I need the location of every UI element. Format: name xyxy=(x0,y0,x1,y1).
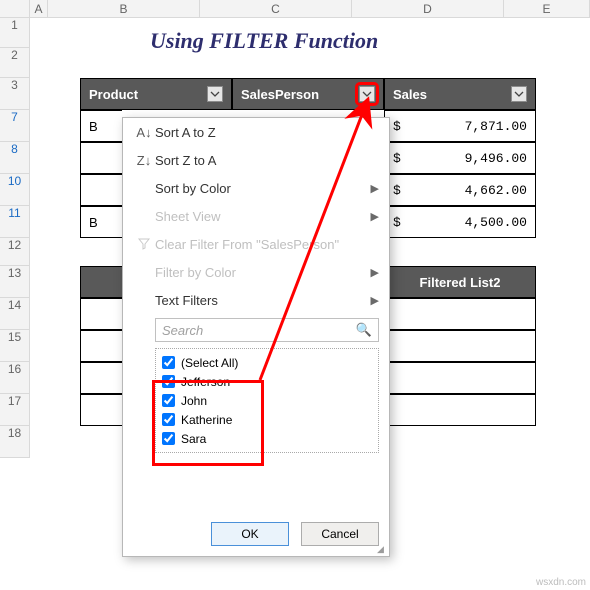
cell-sales-3[interactable]: $4,662.00 xyxy=(384,174,536,206)
th-product: Product xyxy=(80,78,232,110)
filter-search-input[interactable]: Search 🔍 xyxy=(155,318,379,342)
filter-option-john[interactable]: John xyxy=(162,391,372,410)
row-2[interactable]: 2 xyxy=(0,48,30,78)
row-17[interactable]: 17 xyxy=(0,394,30,426)
row-16[interactable]: 16 xyxy=(0,362,30,394)
ok-button[interactable]: OK xyxy=(211,522,289,546)
filter-button-sales[interactable] xyxy=(511,86,527,102)
autofilter-dropdown: A↓ Sort A to Z Z↓ Sort Z to A Sort by Co… xyxy=(122,117,390,557)
filter-option-select-all[interactable]: (Select All) xyxy=(162,353,372,372)
row-15[interactable]: 15 xyxy=(0,330,30,362)
th-filtered2: Filtered List2 xyxy=(384,266,536,298)
cell2-d-3[interactable] xyxy=(384,362,536,394)
filter-option-jefferson[interactable]: Jefferson xyxy=(162,372,372,391)
cell-product-2[interactable] xyxy=(80,142,122,174)
chevron-down-icon xyxy=(210,89,220,99)
row-headers: 1 2 3 7 8 10 11 12 13 14 15 16 17 18 xyxy=(0,18,30,458)
cell2-b-2[interactable] xyxy=(80,330,122,362)
th2-left xyxy=(80,266,122,298)
chevron-down-icon xyxy=(514,89,524,99)
chevron-right-icon: ▶ xyxy=(371,210,379,223)
clear-filter-icon xyxy=(133,237,155,251)
cell-product-3[interactable] xyxy=(80,174,122,206)
cell2-d-1[interactable] xyxy=(384,298,536,330)
row-7[interactable]: 7 xyxy=(0,110,30,142)
cancel-button[interactable]: Cancel xyxy=(301,522,379,546)
sort-az-icon: A↓ xyxy=(133,125,155,140)
column-headers: A B C D E xyxy=(30,0,590,18)
col-C[interactable]: C xyxy=(200,0,352,18)
filter-option-katherine[interactable]: Katherine xyxy=(162,410,372,429)
row-14[interactable]: 14 xyxy=(0,298,30,330)
sort-za-icon: Z↓ xyxy=(133,153,155,168)
menu-clear-filter: Clear Filter From "SalesPerson" xyxy=(123,230,389,258)
cell2-d-4[interactable] xyxy=(384,394,536,426)
menu-sort-az[interactable]: A↓ Sort A to Z xyxy=(123,118,389,146)
search-icon: 🔍 xyxy=(356,322,372,338)
th-sales: Sales xyxy=(384,78,536,110)
menu-sheet-view: Sheet View ▶ xyxy=(123,202,389,230)
chevron-down-icon xyxy=(362,89,372,99)
cell-sales-4[interactable]: $4,500.00 xyxy=(384,206,536,238)
filter-option-sara[interactable]: Sara xyxy=(162,429,372,448)
th-salesperson-label: SalesPerson xyxy=(241,87,319,102)
col-A[interactable]: A xyxy=(30,0,48,18)
row-1[interactable]: 1 xyxy=(0,18,30,48)
resize-handle-icon[interactable]: ◢ xyxy=(377,544,387,554)
th-filtered2-label: Filtered List2 xyxy=(420,275,501,290)
cell-sales-2[interactable]: $9,496.00 xyxy=(384,142,536,174)
filter-button-salesperson[interactable] xyxy=(359,86,375,102)
cell2-d-2[interactable] xyxy=(384,330,536,362)
dialog-buttons: OK Cancel xyxy=(211,522,379,546)
menu-filter-color: Filter by Color ▶ xyxy=(123,258,389,286)
filter-button-product[interactable] xyxy=(207,86,223,102)
menu-sort-color[interactable]: Sort by Color ▶ xyxy=(123,174,389,202)
cell2-b-3[interactable] xyxy=(80,362,122,394)
cell2-b-1[interactable] xyxy=(80,298,122,330)
th-sales-label: Sales xyxy=(393,87,427,102)
cell-product-1[interactable]: B xyxy=(80,110,122,142)
row-3[interactable]: 3 xyxy=(0,78,30,110)
page-title: Using FILTER Function xyxy=(150,28,378,54)
col-B[interactable]: B xyxy=(48,0,200,18)
row-13[interactable]: 13 xyxy=(0,266,30,298)
cell2-b-4[interactable] xyxy=(80,394,122,426)
row-10[interactable]: 10 xyxy=(0,174,30,206)
filter-values-list: (Select All) Jefferson John Katherine Sa… xyxy=(155,348,379,453)
col-E[interactable]: E xyxy=(504,0,590,18)
row-18[interactable]: 18 xyxy=(0,426,30,458)
cell-product-4[interactable]: B xyxy=(80,206,122,238)
chevron-right-icon: ▶ xyxy=(371,266,379,279)
row-11[interactable]: 11 xyxy=(0,206,30,238)
row-8[interactable]: 8 xyxy=(0,142,30,174)
row-12[interactable]: 12 xyxy=(0,238,30,266)
th-product-label: Product xyxy=(89,87,138,102)
grid-corner xyxy=(0,0,30,18)
menu-sort-za[interactable]: Z↓ Sort Z to A xyxy=(123,146,389,174)
chevron-right-icon: ▶ xyxy=(371,182,379,195)
th-salesperson: SalesPerson xyxy=(232,78,384,110)
col-D[interactable]: D xyxy=(352,0,504,18)
cell-sales-1[interactable]: $7,871.00 xyxy=(384,110,536,142)
chevron-right-icon: ▶ xyxy=(371,294,379,307)
watermark: wsxdn.com xyxy=(536,577,586,588)
menu-text-filters[interactable]: Text Filters ▶ xyxy=(123,286,389,314)
